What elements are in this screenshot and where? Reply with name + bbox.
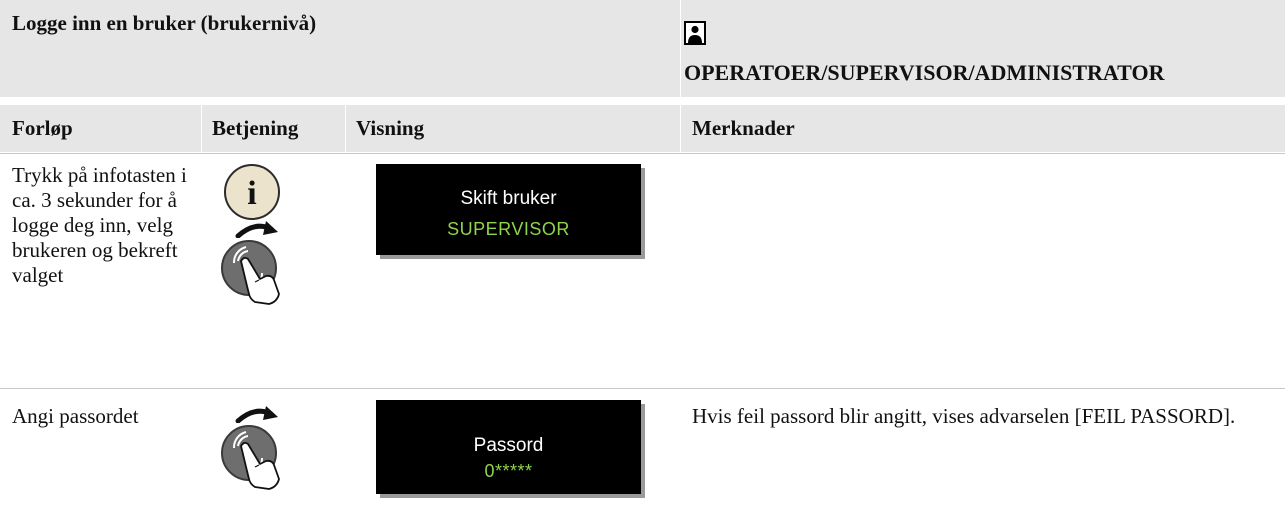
display-screen: Skift bruker SUPERVISOR (376, 164, 641, 255)
svg-text:i: i (247, 175, 256, 212)
column-header-visning: Visning (356, 116, 425, 140)
display-line-label: Skift bruker (460, 188, 557, 209)
step-text: Trykk på infotasten i ca. 3 sekunder for… (12, 163, 187, 287)
rotary-push-knob-icon (219, 236, 285, 311)
display-line-label: Passord (473, 435, 544, 456)
role-list: OPERATOER/SUPERVISOR/ADMINISTRATOR (684, 60, 1165, 85)
display-line-value: SUPERVISOR (447, 219, 570, 239)
note-text: Hvis feil passord blir angitt, vises adv… (692, 404, 1236, 428)
user-icon (684, 21, 706, 50)
column-header-betjening: Betjening (212, 116, 299, 140)
column-header-forlop: Forløp (12, 116, 73, 140)
step-text: Angi passordet (12, 404, 139, 428)
rotary-push-knob-icon (219, 421, 285, 496)
column-header-merknader: Merknader (692, 116, 795, 140)
page-title: Logge inn en bruker (brukernivå) (12, 11, 317, 35)
column-header-band (0, 105, 1285, 152)
display-screen: Passord 0***** (376, 400, 641, 494)
display-line-value: 0***** (484, 461, 533, 481)
